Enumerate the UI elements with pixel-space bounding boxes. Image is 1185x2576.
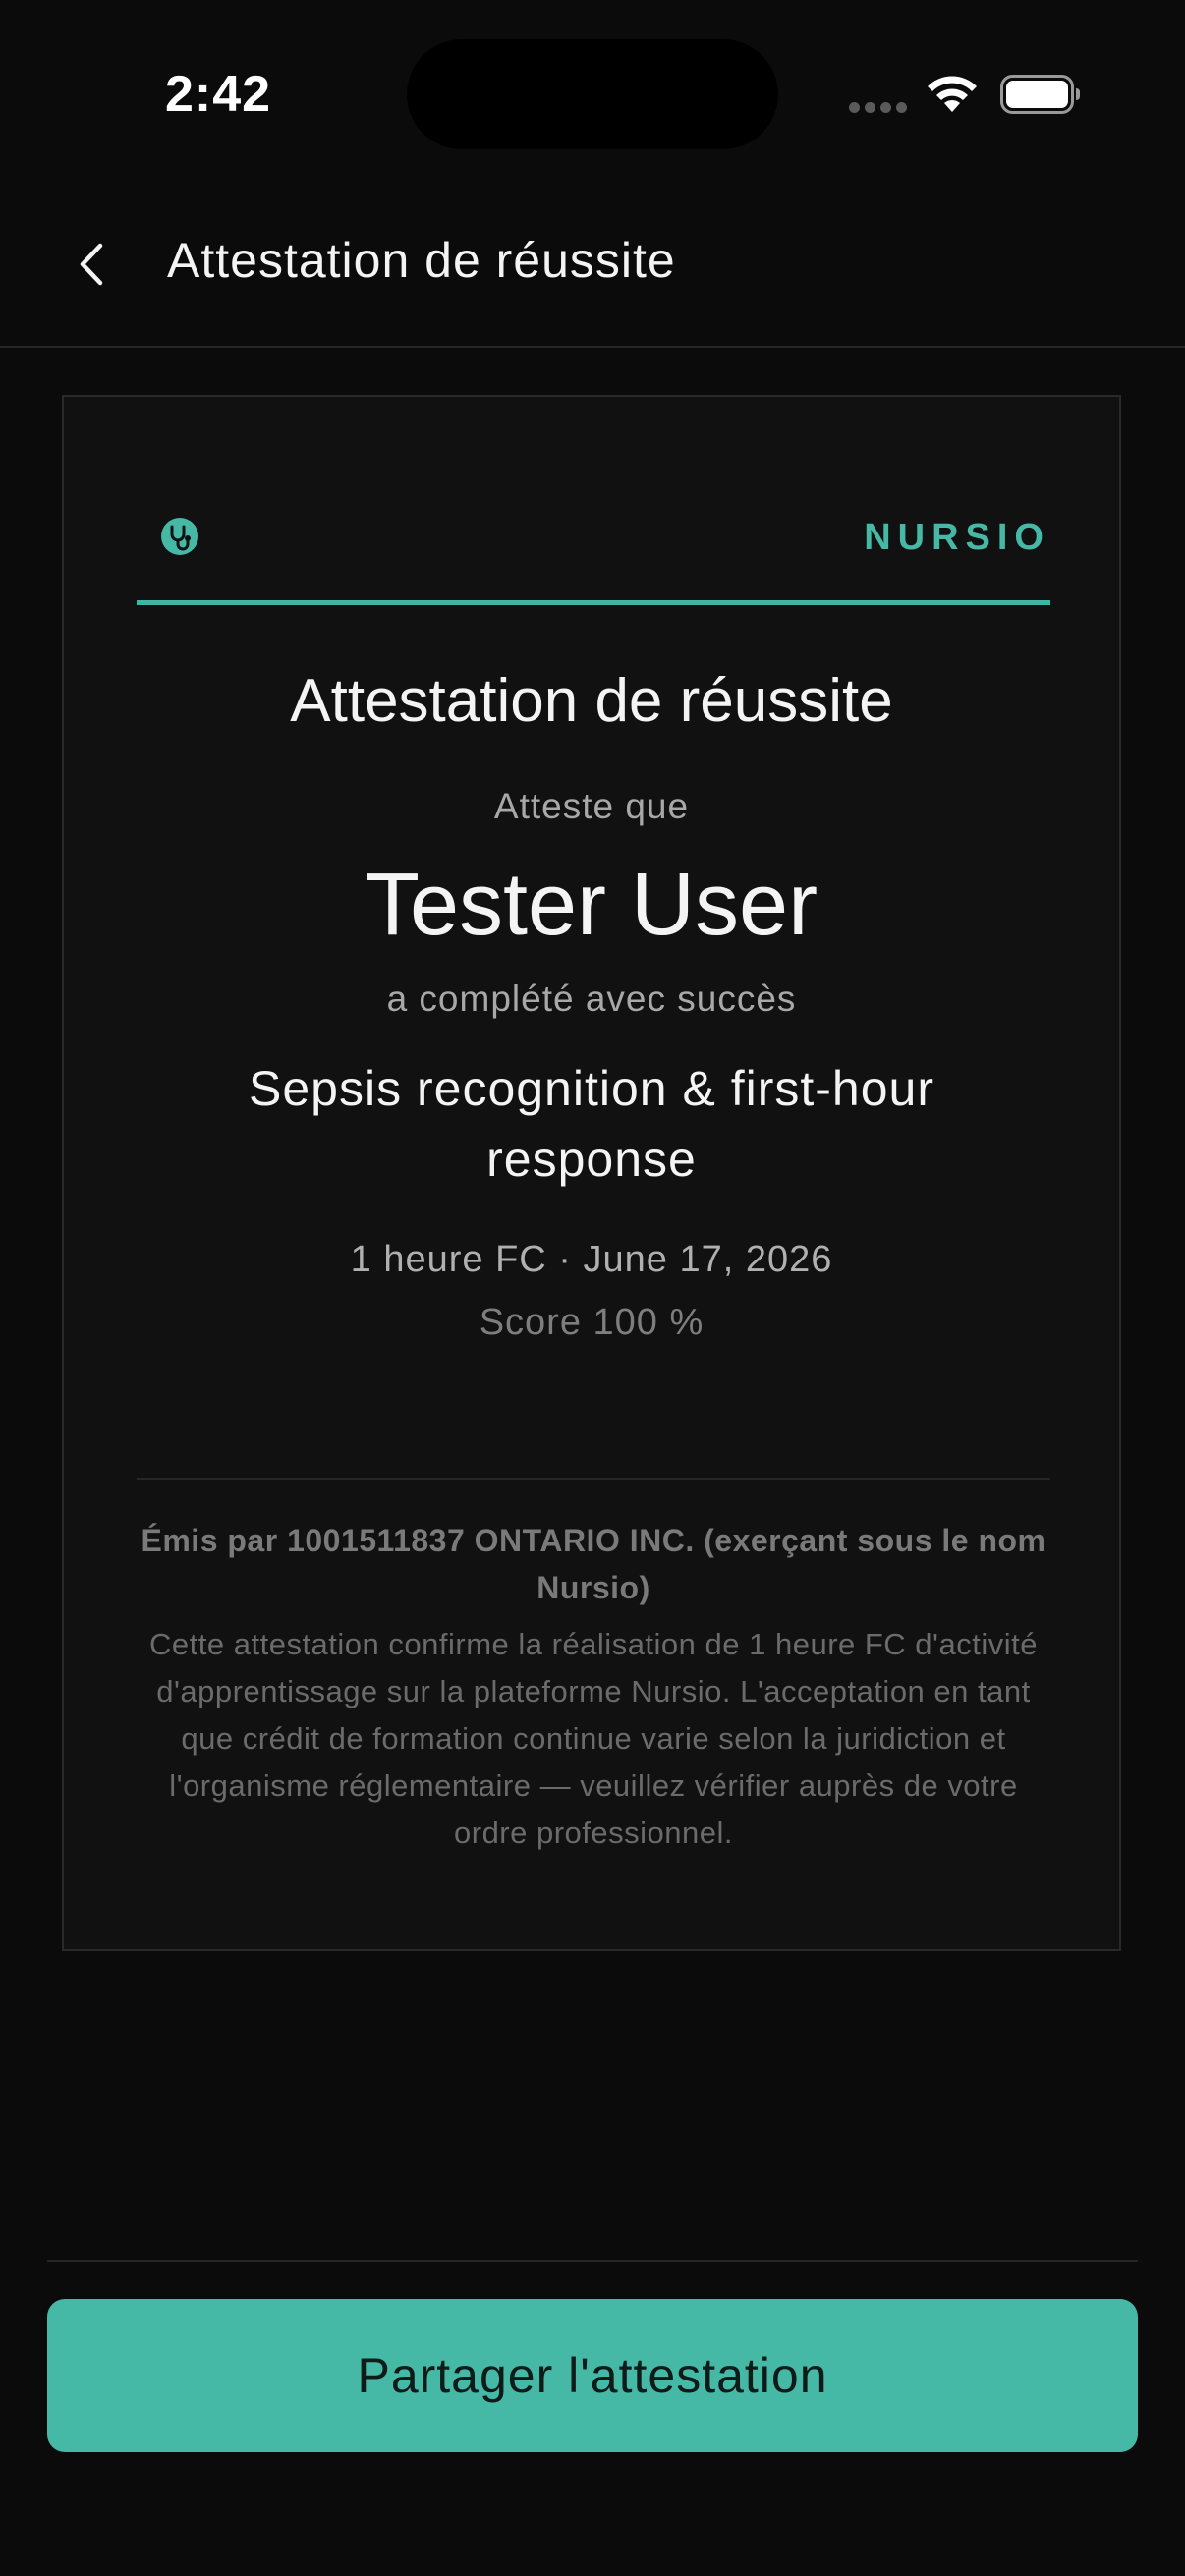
recipient-name: Tester User xyxy=(365,856,818,954)
certificate-footer: Émis par 1001511837 ONTARIO INC. (exerça… xyxy=(137,1517,1050,1857)
nav-header: Attestation de réussite xyxy=(0,187,1185,348)
certificate-card: NURSIO Attestation de réussite Atteste q… xyxy=(62,395,1121,1951)
battery-icon xyxy=(1000,75,1080,114)
cellular-dots-icon xyxy=(849,102,908,114)
certificate-screen: 2:42 Attestation de réussite NURSIO Atte… xyxy=(0,0,1185,2576)
dynamic-island xyxy=(407,39,778,149)
wifi-icon xyxy=(928,76,977,112)
certificate-header: NURSIO xyxy=(137,495,1050,605)
disclaimer-text: Cette attestation confirme la réalisatio… xyxy=(149,1627,1038,1850)
share-certificate-button[interactable]: Partager l'attestation xyxy=(47,2299,1138,2452)
certificate-divider xyxy=(137,1478,1050,1480)
score-line: Score 100 % xyxy=(479,1302,705,1343)
page-title: Attestation de réussite xyxy=(167,233,676,288)
certificate-body: Attestation de réussite Atteste que Test… xyxy=(64,662,1119,1348)
brand-name: NURSIO xyxy=(864,517,1050,558)
issuer-line: Émis par 1001511837 ONTARIO INC. (exerça… xyxy=(141,1523,1046,1605)
chevron-left-icon xyxy=(80,243,103,286)
bottom-divider xyxy=(47,2260,1138,2262)
stethoscope-icon xyxy=(161,518,198,555)
status-bar: 2:42 xyxy=(0,0,1185,187)
status-time: 2:42 xyxy=(165,66,272,123)
back-button[interactable] xyxy=(57,230,126,299)
attest-label: Atteste que xyxy=(493,786,690,826)
course-title: Sepsis recognition & first-hour response xyxy=(249,1061,934,1187)
completed-label: a complété avec succès xyxy=(386,979,797,1019)
credit-date-line: 1 heure FC · June 17, 2026 xyxy=(350,1239,833,1280)
certificate-title: Attestation de réussite xyxy=(290,667,893,735)
